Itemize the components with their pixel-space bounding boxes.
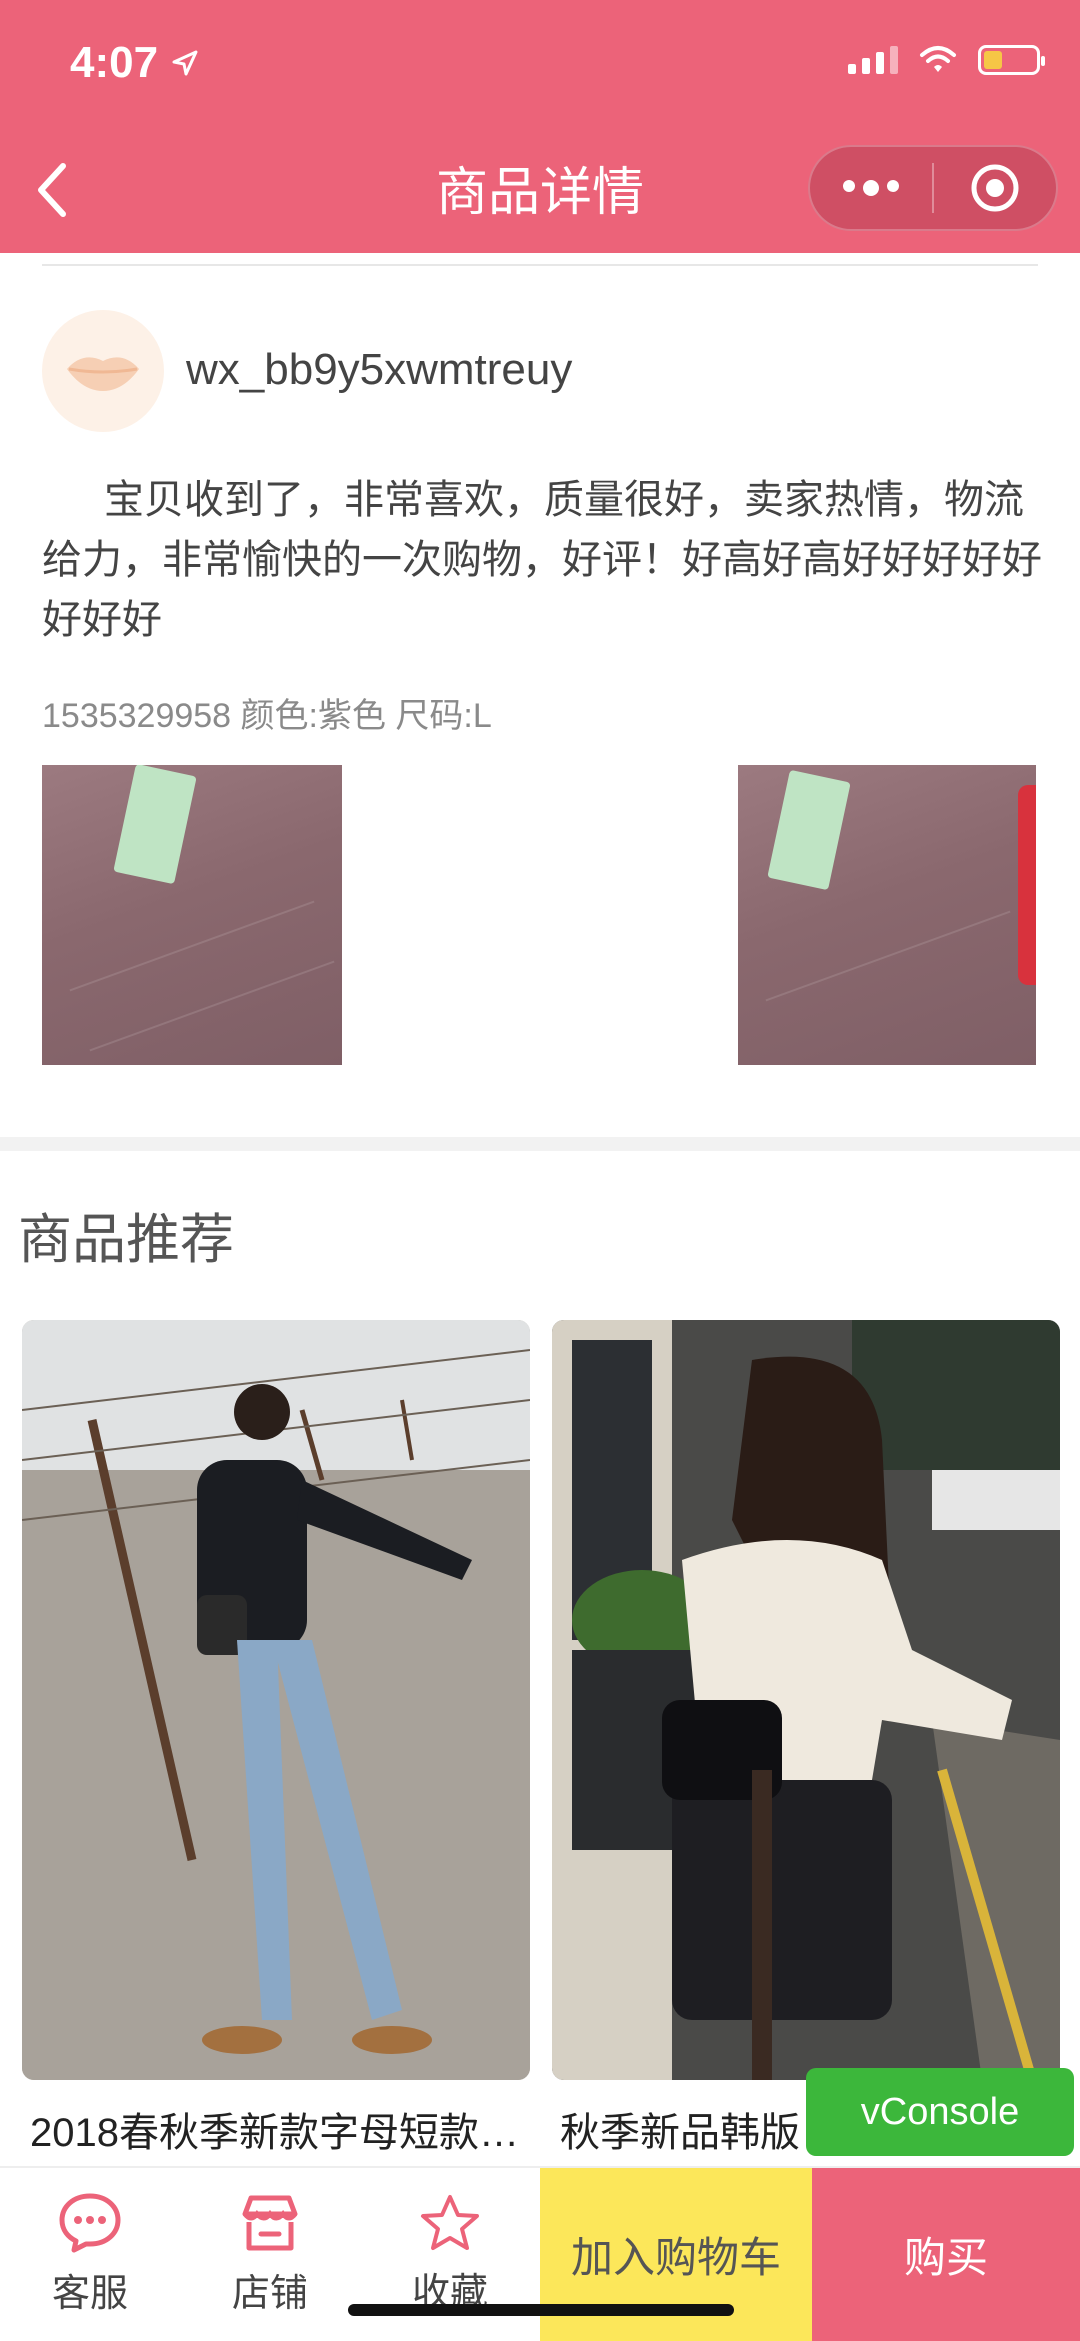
shop-button[interactable]: 店铺 — [180, 2168, 360, 2341]
divider — [42, 264, 1038, 266]
target-close-icon — [971, 164, 1019, 212]
buy-button[interactable]: 购买 — [812, 2168, 1080, 2341]
avatar — [42, 310, 164, 432]
section-separator — [0, 1137, 1080, 1151]
chat-bubble-icon — [59, 2193, 121, 2253]
service-button[interactable]: 客服 — [0, 2168, 180, 2341]
shop-label: 店铺 — [231, 2273, 308, 2315]
lips-icon — [67, 357, 139, 391]
product-image[interactable] — [552, 1320, 1060, 2080]
signal-icon — [848, 46, 898, 74]
vconsole-button[interactable]: vConsole — [806, 2068, 1074, 2156]
product-photo — [552, 1320, 1060, 2080]
home-indicator — [348, 2304, 734, 2316]
location-arrow-icon — [172, 50, 198, 76]
product-image[interactable] — [22, 1320, 530, 2080]
more-button[interactable] — [810, 147, 932, 229]
wifi-icon — [920, 46, 956, 72]
service-label: 客服 — [51, 2273, 128, 2315]
close-button[interactable] — [934, 147, 1056, 229]
review-text: 宝贝收到了，非常喜欢，质量很好，卖家热情，物流给力，非常愉快的一次购物，好评！好… — [42, 478, 1042, 642]
header: 4:07 商品详情 — [0, 0, 1080, 253]
section-title: 商品推荐 — [18, 1210, 234, 1270]
review-photo[interactable] — [42, 765, 342, 1065]
product-card[interactable]: 秋季新品韩版 — [552, 1320, 1060, 2158]
review-meta: 1535329958 颜色:紫色 尺码:L — [42, 697, 492, 735]
star-icon — [421, 2195, 479, 2250]
mini-program-capsule — [808, 145, 1058, 231]
more-dots-icon — [843, 180, 899, 196]
battery-icon — [978, 45, 1045, 75]
product-title: 2018春秋季新款字母短款… — [30, 2111, 519, 2155]
status-icons — [848, 45, 1045, 75]
product-photo — [22, 1320, 530, 2080]
review-photo[interactable] — [738, 765, 1036, 1065]
product-card[interactable]: 2018春秋季新款字母短款… — [22, 1320, 530, 2158]
review-username: wx_bb9y5xwmtreuy — [186, 345, 573, 394]
status-time: 4:07 — [70, 38, 159, 87]
store-icon — [242, 2195, 298, 2251]
